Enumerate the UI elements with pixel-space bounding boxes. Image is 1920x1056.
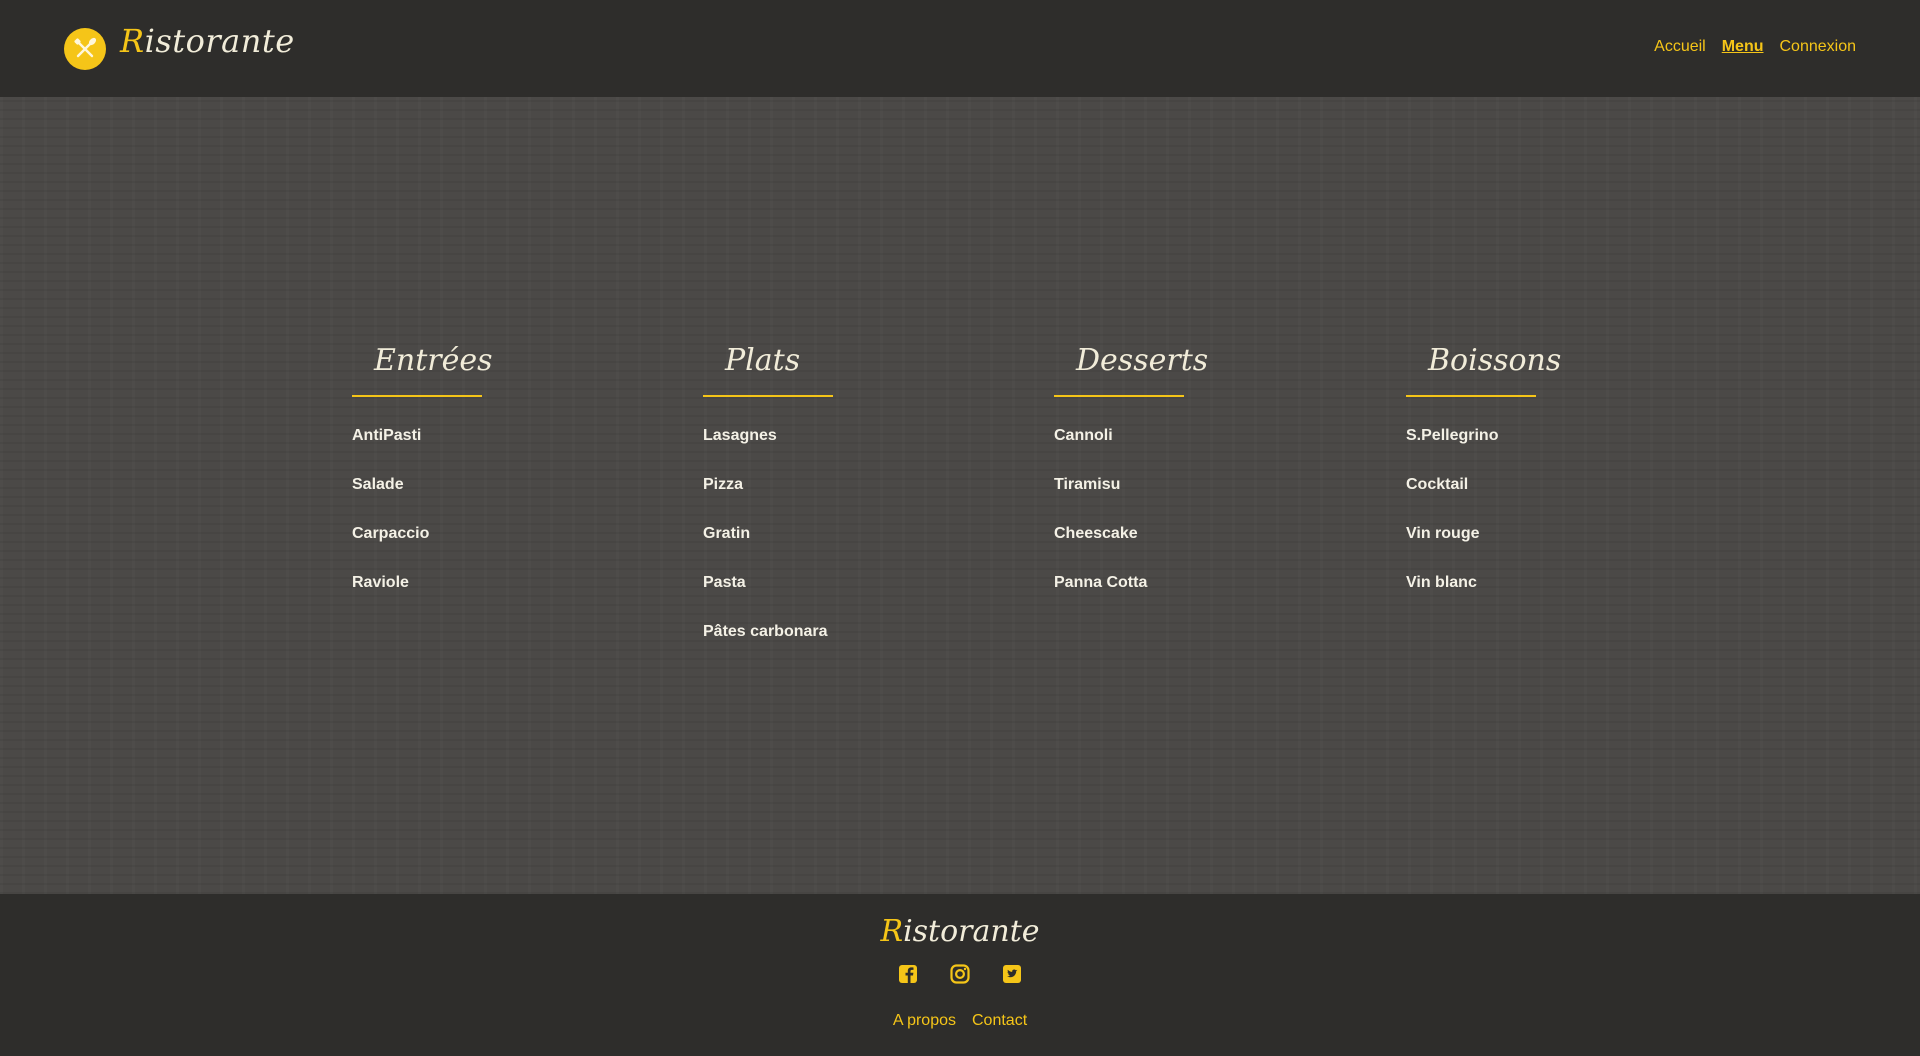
menu-item[interactable]: Salade bbox=[352, 477, 592, 526]
title-underline bbox=[1054, 395, 1184, 397]
menu-item[interactable]: S.Pellegrino bbox=[1406, 428, 1646, 477]
menu-item[interactable]: AntiPasti bbox=[352, 428, 592, 477]
menu-item[interactable]: Vin rouge bbox=[1406, 526, 1646, 575]
footer-contact-link[interactable]: Contact bbox=[972, 1012, 1027, 1030]
twitter-icon[interactable] bbox=[1002, 964, 1022, 984]
site-header: Ristorante Accueil Menu Connexion bbox=[0, 0, 1920, 97]
menu-section: Entrées AntiPasti Salade Carpaccio Ravio… bbox=[0, 97, 1920, 894]
menu-column-plats: Plats Lasagnes Pizza Gratin Pasta Pâtes … bbox=[703, 336, 943, 673]
brand-initial: R bbox=[880, 914, 904, 949]
menu-item[interactable]: Carpaccio bbox=[352, 526, 592, 575]
fork-knife-icon[interactable] bbox=[64, 28, 106, 70]
menu-item-list: Cannoli Tiramisu Cheescake Panna Cotta bbox=[1054, 428, 1294, 624]
instagram-icon[interactable] bbox=[950, 964, 970, 984]
title-underline bbox=[352, 395, 482, 397]
column-title: Entrées bbox=[374, 343, 493, 378]
column-title: Plats bbox=[725, 343, 801, 378]
nav-connexion-link[interactable]: Connexion bbox=[1780, 38, 1857, 56]
menu-item[interactable]: Cheescake bbox=[1054, 526, 1294, 575]
column-title: Boissons bbox=[1428, 343, 1562, 378]
menu-item[interactable]: Pâtes carbonara bbox=[703, 624, 943, 673]
nav-menu-link[interactable]: Menu bbox=[1722, 38, 1764, 56]
brand-logo-text[interactable]: Ristorante bbox=[120, 22, 295, 60]
menu-item[interactable]: Raviole bbox=[352, 575, 592, 624]
menu-item[interactable]: Gratin bbox=[703, 526, 943, 575]
social-links bbox=[0, 964, 1920, 984]
menu-item[interactable]: Pizza bbox=[703, 477, 943, 526]
menu-item-list: S.Pellegrino Cocktail Vin rouge Vin blan… bbox=[1406, 428, 1646, 624]
menu-column-desserts: Desserts Cannoli Tiramisu Cheescake Pann… bbox=[1054, 336, 1294, 624]
brand-initial: R bbox=[120, 22, 145, 60]
footer-links: A propos Contact bbox=[0, 1012, 1920, 1030]
footer-apropos-link[interactable]: A propos bbox=[893, 1012, 956, 1030]
menu-column-entrees: Entrées AntiPasti Salade Carpaccio Ravio… bbox=[352, 336, 592, 624]
main-nav: Accueil Menu Connexion bbox=[1654, 38, 1856, 56]
menu-item[interactable]: Vin blanc bbox=[1406, 575, 1646, 624]
brand-rest: istorante bbox=[903, 914, 1040, 949]
menu-item[interactable]: Cannoli bbox=[1054, 428, 1294, 477]
menu-item-list: AntiPasti Salade Carpaccio Raviole bbox=[352, 428, 592, 624]
footer-brand[interactable]: Ristorante bbox=[0, 914, 1920, 949]
menu-item-list: Lasagnes Pizza Gratin Pasta Pâtes carbon… bbox=[703, 428, 943, 673]
menu-column-boissons: Boissons S.Pellegrino Cocktail Vin rouge… bbox=[1406, 336, 1646, 624]
menu-item[interactable]: Lasagnes bbox=[703, 428, 943, 477]
site-footer: Ristorante A propos Contact bbox=[0, 894, 1920, 1056]
menu-item[interactable]: Tiramisu bbox=[1054, 477, 1294, 526]
menu-item[interactable]: Cocktail bbox=[1406, 477, 1646, 526]
menu-item[interactable]: Pasta bbox=[703, 575, 943, 624]
column-title: Desserts bbox=[1076, 343, 1209, 378]
title-underline bbox=[703, 395, 833, 397]
brand-rest: istorante bbox=[144, 22, 295, 60]
menu-item[interactable]: Panna Cotta bbox=[1054, 575, 1294, 624]
facebook-icon[interactable] bbox=[898, 964, 918, 984]
nav-accueil-link[interactable]: Accueil bbox=[1654, 38, 1706, 56]
title-underline bbox=[1406, 395, 1536, 397]
